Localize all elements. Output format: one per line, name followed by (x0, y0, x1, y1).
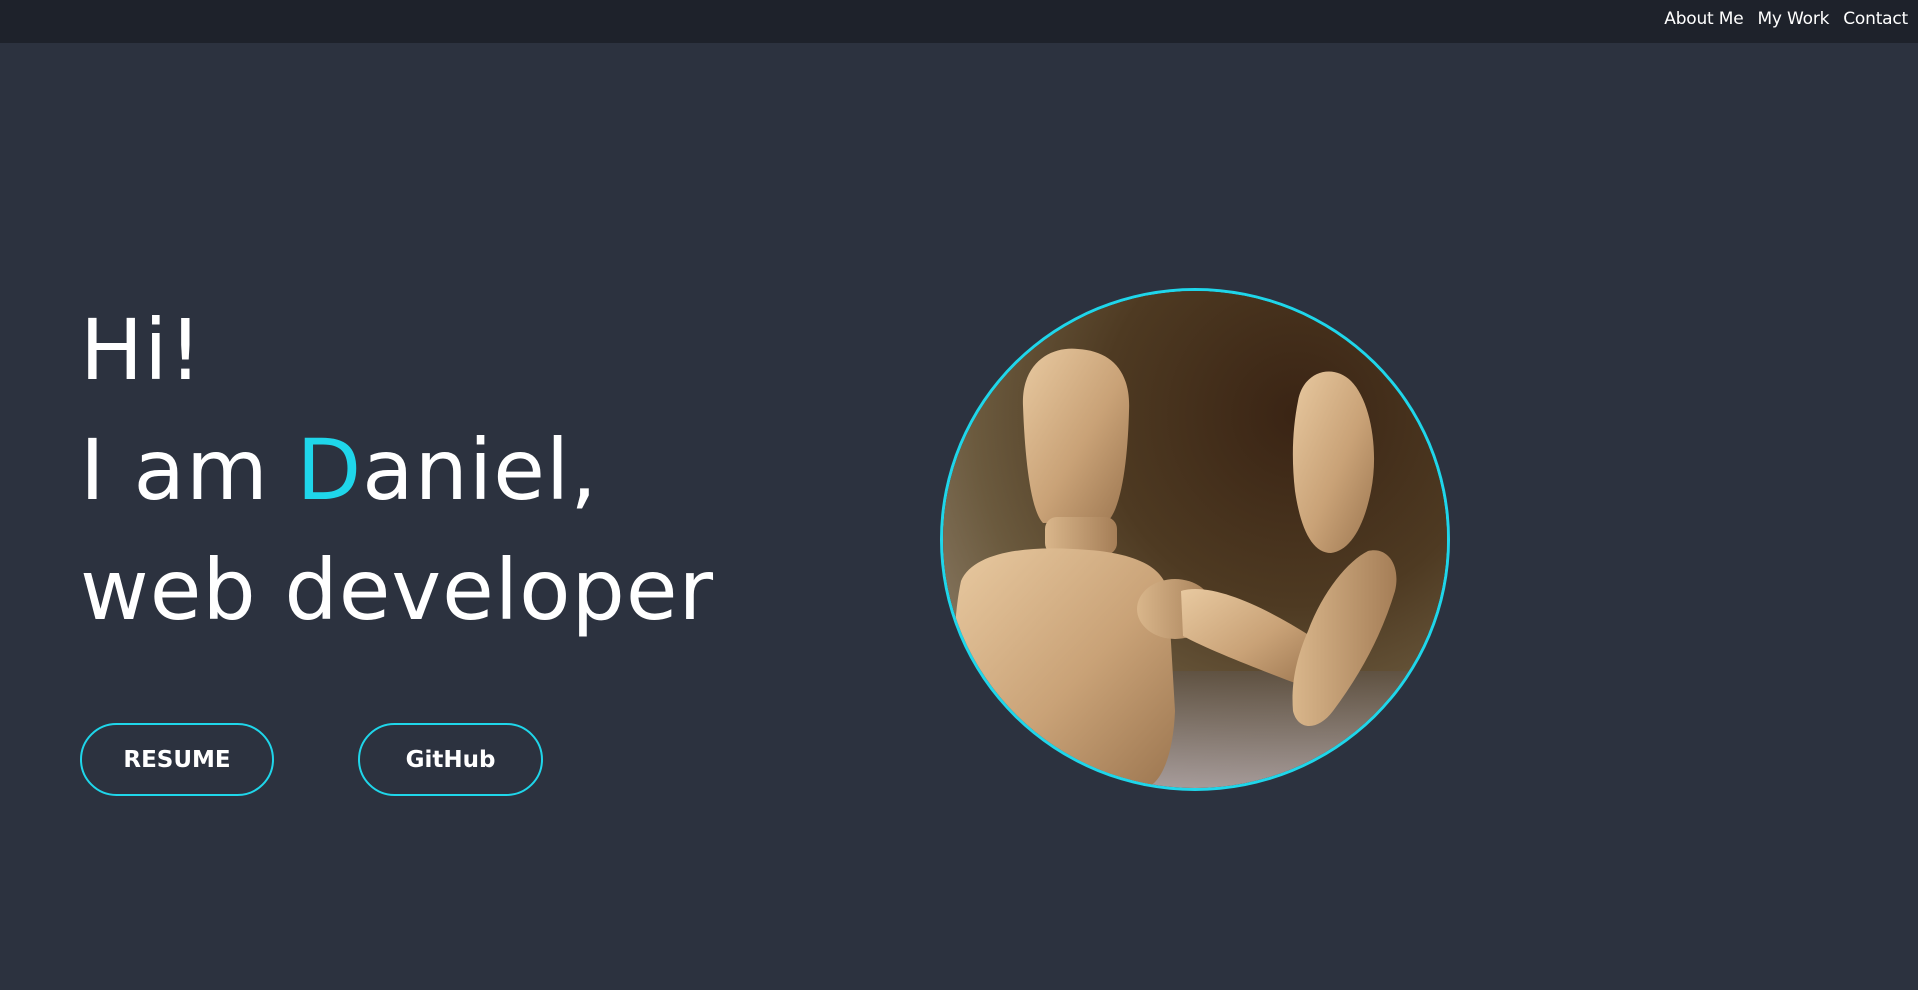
nav-link-my-work[interactable]: My Work (1757, 9, 1829, 29)
github-button[interactable]: GitHub (358, 723, 543, 796)
nav-link-about-me[interactable]: About Me (1664, 9, 1743, 29)
hero-intro-prefix: I am (80, 421, 297, 519)
hero-intro-line: I am Daniel, (80, 410, 714, 530)
hero-name-rest: aniel, (362, 421, 598, 519)
top-navigation-bar: About Me My Work Contact (0, 0, 1918, 43)
nav-link-contact[interactable]: Contact (1843, 9, 1908, 29)
resume-button[interactable]: RESUME (80, 723, 274, 796)
profile-portrait-image (940, 288, 1450, 791)
main-nav: About Me My Work Contact (1664, 9, 1908, 29)
hero-greeting: Hi! (80, 301, 204, 399)
hero-name-initial: D (296, 421, 363, 519)
hero-role: web developer (80, 541, 715, 639)
hero-section: Hi! I am Daniel, web developer (80, 290, 714, 650)
wooden-mannequin-illustration (943, 291, 1447, 788)
